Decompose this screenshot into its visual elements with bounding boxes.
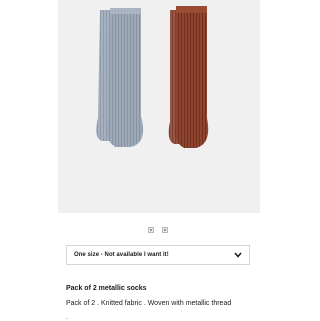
image-pagination (148, 227, 168, 233)
product-image[interactable] (58, 0, 260, 213)
blue-sock-front (107, 8, 143, 147)
product-description: Pack of 2 . Knitted fabric . Woven with … (66, 300, 232, 307)
image-dot-2[interactable] (162, 227, 168, 233)
product-title: Pack of 2 metallic socks (66, 285, 147, 292)
rust-sock-cuff (176, 6, 207, 13)
blue-sock-cuff (110, 8, 141, 14)
chevron-down-icon (234, 251, 242, 259)
size-selector-label: One size - Not available I want it! (74, 252, 169, 258)
image-dot-1[interactable] (148, 227, 154, 233)
rust-sock-front (175, 6, 209, 148)
size-selector[interactable]: One size - Not available I want it! (66, 245, 250, 265)
